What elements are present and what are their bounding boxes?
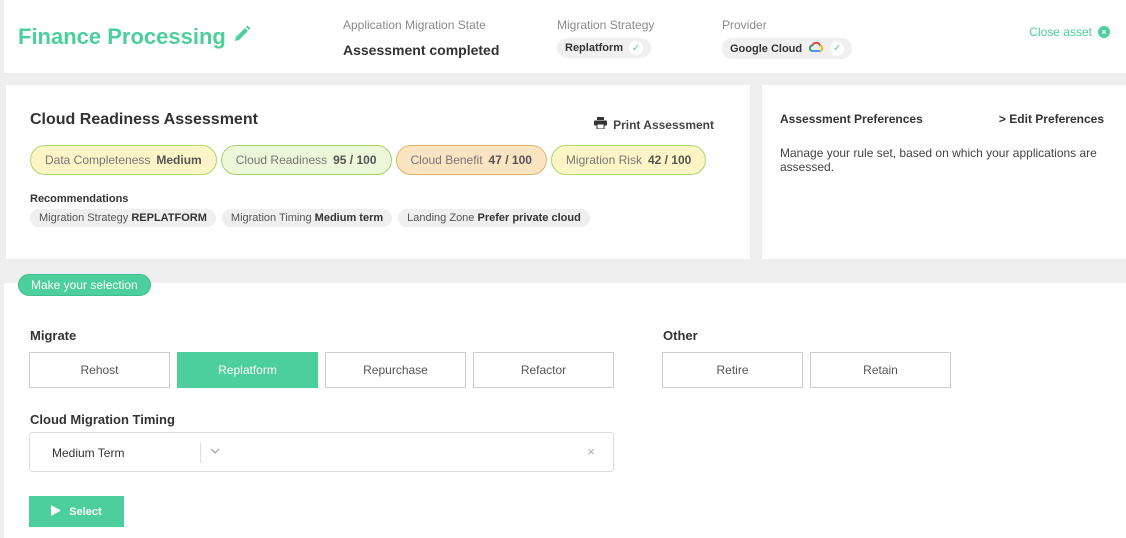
rec-label: Migration Strategy (39, 212, 129, 224)
migration-strategy-label: Migration Strategy (557, 18, 655, 32)
option-retire-button[interactable]: Retire (662, 352, 803, 388)
rec-value: Prefer private cloud (477, 212, 581, 224)
play-icon (51, 504, 62, 519)
badge-value: 42 / 100 (647, 153, 692, 167)
option-rehost-button[interactable]: Rehost (29, 352, 170, 388)
rec-label: Migration Timing (230, 212, 312, 224)
migration-state-value: Assessment completed (343, 42, 500, 58)
rec-value: REPLATFORM (131, 212, 207, 224)
migration-strategy-field: Migration Strategy Replatform ✓ (557, 18, 654, 58)
check-icon: ✓ (629, 41, 644, 55)
other-label: Other (663, 328, 698, 343)
asset-header: Finance Processing Application Migration… (4, 0, 1126, 73)
migration-state-label: Application Migration State (343, 18, 486, 32)
recommendation-chip: Landing Zone Prefer private cloud (398, 209, 590, 227)
badge-label: Cloud Benefit (410, 153, 483, 167)
asset-title-text: Finance Processing (18, 24, 226, 49)
provider-value: Google Cloud (730, 42, 803, 55)
badge-value: Medium (156, 153, 202, 167)
badge-label: Data Completeness (45, 153, 151, 167)
preferences-title: Assessment Preferences (780, 112, 923, 126)
select-button[interactable]: Select (29, 496, 124, 527)
edit-preferences-label: Edit Preferences (1009, 112, 1104, 126)
google-cloud-icon (808, 41, 824, 56)
badge-data-completeness: Data Completeness Medium (30, 145, 217, 175)
printer-icon (594, 117, 608, 132)
migration-strategy-value: Replatform (565, 42, 624, 54)
recommendation-chip: Migration Timing Medium term (221, 209, 393, 227)
preferences-card: Assessment Preferences > Edit Preference… (762, 85, 1126, 259)
badge-value: 47 / 100 (488, 153, 532, 167)
selection-panel (4, 283, 1126, 538)
option-retain-button[interactable]: Retain (810, 352, 951, 388)
print-assessment-label: Print Assessment (613, 117, 714, 132)
migration-state-field: Application Migration State Assessment c… (343, 18, 499, 58)
migration-strategy-chip: Replatform ✓ (557, 38, 652, 58)
timing-separator (200, 443, 201, 463)
timing-label: Cloud Migration Timing (30, 412, 175, 427)
make-selection-pill: Make your selection (18, 274, 151, 296)
clear-icon[interactable]: × (587, 444, 595, 459)
provider-label: Provider (722, 18, 767, 32)
select-label: Select (69, 505, 102, 518)
pencil-icon[interactable] (232, 24, 252, 50)
assessment-badges: Data Completeness Medium Cloud Readiness… (30, 145, 707, 175)
chevron-down-icon[interactable] (208, 444, 222, 458)
badge-value: 95 / 100 (333, 153, 377, 167)
check-icon: ✓ (830, 41, 845, 56)
close-asset-button[interactable]: Close asset × (1029, 25, 1110, 39)
migrate-label: Migrate (30, 328, 77, 343)
option-refactor-button[interactable]: Refactor (473, 352, 614, 388)
print-assessment-button[interactable]: Print Assessment (594, 117, 714, 132)
badge-cloud-benefit: Cloud Benefit 47 / 100 (395, 145, 547, 175)
recommendation-chip: Migration Strategy REPLATFORM (30, 209, 216, 227)
rec-value: Medium term (314, 212, 384, 224)
close-asset-label: Close asset (1029, 25, 1092, 39)
provider-chip: Google Cloud ✓ (722, 38, 853, 59)
asset-title: Finance Processing (18, 24, 252, 50)
option-replatform-button[interactable]: Replatform (177, 352, 318, 388)
recommendations-list: Migration Strategy REPLATFORM Migration … (30, 209, 590, 227)
badge-cloud-readiness: Cloud Readiness 95 / 100 (220, 145, 392, 175)
option-repurchase-button[interactable]: Repurchase (325, 352, 466, 388)
rec-label: Landing Zone (407, 212, 475, 224)
badge-label: Cloud Readiness (235, 153, 328, 167)
timing-select[interactable]: Medium Term × (29, 432, 614, 472)
edit-preferences-link[interactable]: > Edit Preferences (999, 112, 1104, 126)
timing-value: Medium Term (52, 446, 125, 460)
chevron-right-icon: > (998, 112, 1006, 126)
close-circle-icon: × (1098, 26, 1110, 38)
preferences-description: Manage your rule set, based on which you… (780, 146, 1097, 174)
badge-label: Migration Risk (565, 153, 642, 167)
provider-field: Provider Google Cloud ✓ (722, 18, 853, 59)
badge-migration-risk: Migration Risk 42 / 100 (550, 145, 707, 175)
assessment-title: Cloud Readiness Assessment (30, 111, 258, 128)
recommendations-label: Recommendations (30, 193, 129, 205)
assessment-card: Cloud Readiness Assessment Print Assessm… (6, 85, 750, 259)
